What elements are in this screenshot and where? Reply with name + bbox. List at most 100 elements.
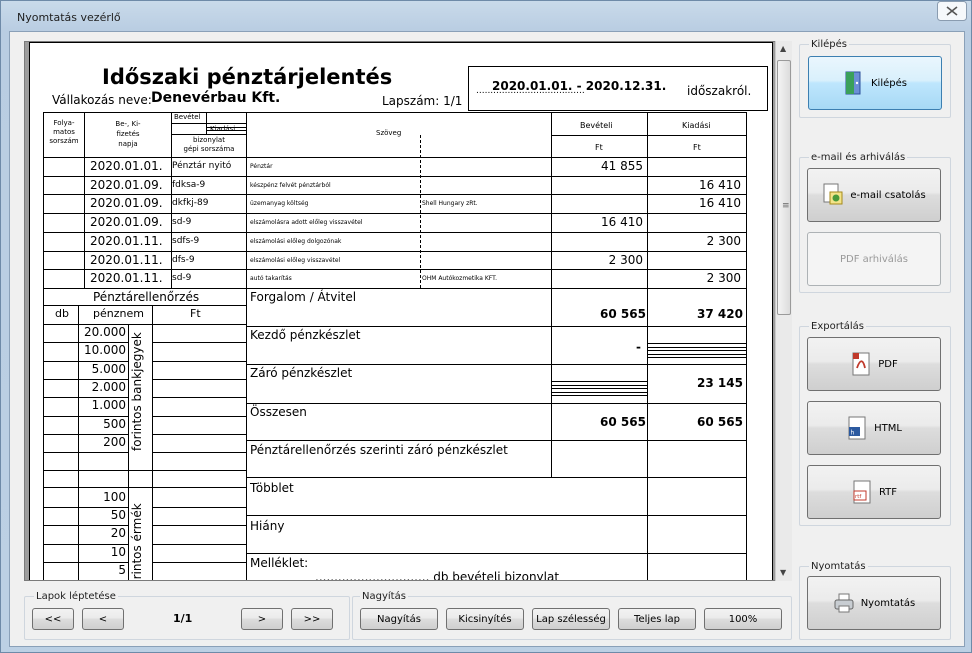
prev-page-button[interactable]: < [82,608,124,630]
note-denomination: 5.000 [91,361,126,376]
row-line [84,231,747,233]
row-date: 2020.01.11. [90,271,163,286]
row-line [43,269,84,271]
email-attach-button[interactable]: e-mail csatolás [807,168,941,222]
company-name: Denevérbau Kft. [151,90,281,106]
zaro-label: Záró pénzkészlet [250,366,353,380]
forgalom-in: 60 565 [600,307,646,321]
pdf-archive-button[interactable]: PDF arhiválás [807,232,941,286]
row-in: 16 410 [601,215,643,230]
preview-scrollbar[interactable]: ▲ ≡ ▼ [775,41,792,581]
row-doc: dkfkj-89 [172,198,209,209]
pdf-archive-label: PDF arhiválás [839,253,908,265]
next-page-button[interactable]: > [241,608,283,630]
kezdo-in: - [636,340,641,354]
grid-line [84,112,85,288]
grid-line [206,113,207,134]
row-line [43,194,84,196]
note-denomination: 500 [103,416,126,431]
coin-denomination: 10 [110,544,126,559]
zoom-in-button[interactable]: Nagyítás [360,608,438,630]
report-title: Időszaki pénztárjelentés [102,65,393,89]
window-title: Nyomtatás vezérlő [17,11,121,24]
notes-label: forintos bankjegyek [130,332,144,451]
row-text: készpénz felvét pénztárból [250,181,331,189]
print-group-label: Nyomtatás [809,561,868,572]
print-button-label: Nyomtatás [860,597,916,609]
row-text: üzemanyag költség [250,200,309,208]
grid-line [420,135,421,288]
first-page-button[interactable]: << [32,608,74,630]
forgalom-out: 37 420 [697,307,743,321]
row-line [43,250,84,252]
export-pdf-button[interactable]: PDF [807,337,941,391]
header-ft-out: Ft [693,143,701,152]
ellenorzes-label: Pénztárellenőrzés szerinti záró pénzkész… [250,443,508,457]
grid-line [43,112,747,113]
row-line [152,507,246,508]
period-dots: ...................................... [476,86,585,96]
export-html-button[interactable]: h HTML [807,401,941,455]
grid-line [43,112,44,580]
zaro-out: 23 145 [697,376,743,390]
row-line [84,194,747,196]
row-line [152,415,246,417]
row-text: autó takarítás [250,275,292,283]
close-icon[interactable] [937,1,967,21]
html-file-icon: h [848,416,866,440]
row-line [84,213,747,215]
svg-text:rtf: rtf [855,494,862,500]
zoom-out-button[interactable]: Kicsinyítés [446,608,524,630]
grid-line [246,515,747,516]
row-line [43,486,246,488]
title-bar: Nyomtatás vezérlő [1,1,971,31]
row-line [152,433,246,435]
paging-group-label: Lapok léptetése [34,591,118,602]
grip-icon: ≡ [782,201,790,211]
grid-line [43,305,246,306]
page-width-button[interactable]: Lap szélesség [532,608,610,630]
row-line [152,378,246,380]
grid-line [246,403,747,404]
grid-line [171,123,246,124]
row-text: elszámolási előleg visszavétel [250,256,341,264]
print-preview[interactable]: Időszaki pénztárjelentés Vállakozás neve… [24,41,778,581]
hatch-line [647,350,746,352]
scroll-down-icon[interactable]: ▼ [780,568,786,577]
row-doc: sd-9 [172,217,192,228]
scroll-thumb[interactable]: ≡ [777,60,791,315]
hatch-line [647,353,746,355]
email-attach-icon [823,183,843,205]
header-bizonylat: bizonylat gépi sorszáma [183,136,235,153]
full-page-button[interactable]: Teljes lap [618,608,696,630]
grid-line [246,553,747,554]
row-in: 41 855 [601,159,643,173]
export-rtf-button[interactable]: rtf RTF [807,465,941,519]
row-line [152,342,246,344]
row-out: 2 300 [706,233,741,248]
export-pdf-label: PDF [878,358,898,370]
printer-icon [834,593,854,613]
print-control-window: Nyomtatás vezérlő Időszaki pénztárjelent… [0,0,972,653]
grid-line [246,326,747,327]
exit-button[interactable]: Kilépés [808,56,942,110]
note-denomination: 20.000 [84,325,126,339]
coin-denomination: 100 [103,489,126,504]
row-doc: sd-9 [172,273,192,284]
last-page-button[interactable]: >> [291,608,333,630]
scroll-up-icon[interactable]: ▲ [780,44,786,53]
row-line [43,231,84,233]
hatch-line [647,343,746,344]
row-date: 2020.01.11. [90,233,163,248]
email-attach-label: e-mail csatolás [850,189,926,201]
coin-denomination: 20 [110,526,126,541]
row-line [152,561,246,563]
row-line [84,175,747,177]
print-button[interactable]: Nyomtatás [807,576,941,630]
grid-line [43,157,747,158]
zoom-100-button[interactable]: 100% [704,608,782,630]
company-label: Vállakozás neve: [52,93,152,107]
col-db: db [55,307,69,320]
email-group-label: e-mail és arhiválás [809,152,908,163]
coins-label: forintos érmék [130,503,144,581]
